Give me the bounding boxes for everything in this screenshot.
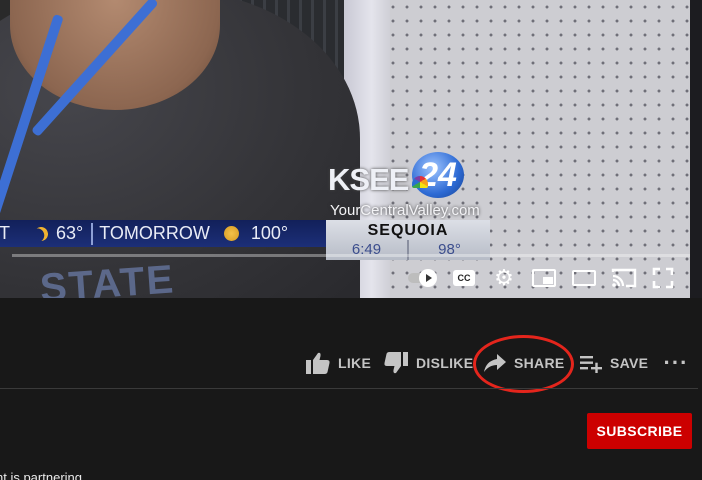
thumbs-down-icon bbox=[384, 352, 408, 374]
cast-button[interactable] bbox=[611, 266, 637, 290]
station-url: YourCentralValley.com bbox=[330, 202, 480, 219]
peacock-icon bbox=[412, 176, 428, 188]
captions-icon: CC bbox=[453, 270, 475, 286]
description-text: nt is partnering bbox=[0, 470, 82, 480]
more-actions-button[interactable]: ··· bbox=[664, 350, 688, 376]
city-time: 6:49 bbox=[351, 241, 382, 258]
section-divider bbox=[0, 388, 698, 389]
city-name: SEQUOIA bbox=[367, 222, 449, 239]
miniplayer-button[interactable] bbox=[531, 266, 557, 290]
subscribe-button[interactable]: SUBSCRIBE bbox=[587, 413, 692, 449]
like-button[interactable]: LIKE bbox=[306, 350, 371, 376]
save-label: SAVE bbox=[610, 355, 649, 371]
dislike-button[interactable]: DISLIKE bbox=[384, 350, 473, 376]
ticker-night-temp: 63° bbox=[56, 223, 84, 243]
ticker-tomorrow-temp: 100° bbox=[250, 223, 289, 243]
more-horizontal-icon: ··· bbox=[663, 350, 689, 375]
share-label: SHARE bbox=[514, 355, 565, 371]
sun-icon bbox=[223, 226, 239, 241]
gear-icon: ⚙ bbox=[494, 265, 514, 290]
fullscreen-button[interactable] bbox=[650, 266, 676, 290]
cast-icon bbox=[611, 268, 637, 288]
playlist-add-icon bbox=[580, 356, 602, 373]
settings-button[interactable]: ⚙ bbox=[491, 265, 517, 290]
captions-button[interactable]: CC bbox=[451, 266, 477, 290]
moon-icon bbox=[32, 225, 50, 243]
autoplay-toggle[interactable] bbox=[406, 266, 437, 290]
save-button[interactable]: SAVE bbox=[580, 350, 648, 376]
ticker-tomorrow-label: TOMORROW bbox=[99, 223, 210, 243]
video-player[interactable]: STATE KSEE 24 YourCentralValley.com IT 6… bbox=[0, 0, 702, 298]
ticker-divider bbox=[91, 222, 94, 245]
play-icon bbox=[419, 269, 437, 287]
channel-badge: 24 bbox=[412, 152, 464, 198]
thumbs-up-icon bbox=[306, 352, 330, 374]
share-button[interactable]: SHARE bbox=[484, 350, 565, 376]
dislike-label: DISLIKE bbox=[416, 355, 474, 371]
miniplayer-icon bbox=[532, 269, 556, 287]
wall-edge bbox=[690, 0, 702, 298]
theater-mode-button[interactable] bbox=[571, 266, 597, 290]
share-arrow-icon bbox=[484, 354, 506, 372]
player-controls: CC ⚙ bbox=[0, 262, 702, 294]
progress-bar[interactable] bbox=[12, 254, 690, 257]
station-call-sign: KSEE bbox=[328, 162, 409, 197]
fullscreen-icon bbox=[652, 267, 674, 289]
weather-ticker: IT 63° TOMORROW 100° bbox=[0, 220, 326, 247]
video-actions: LIKE DISLIKE SHARE SAVE ··· bbox=[0, 340, 702, 386]
city-temp: 98° bbox=[438, 241, 461, 258]
ticker-partial-label: IT bbox=[0, 223, 10, 243]
like-label: LIKE bbox=[338, 355, 372, 371]
theater-icon bbox=[572, 270, 596, 286]
